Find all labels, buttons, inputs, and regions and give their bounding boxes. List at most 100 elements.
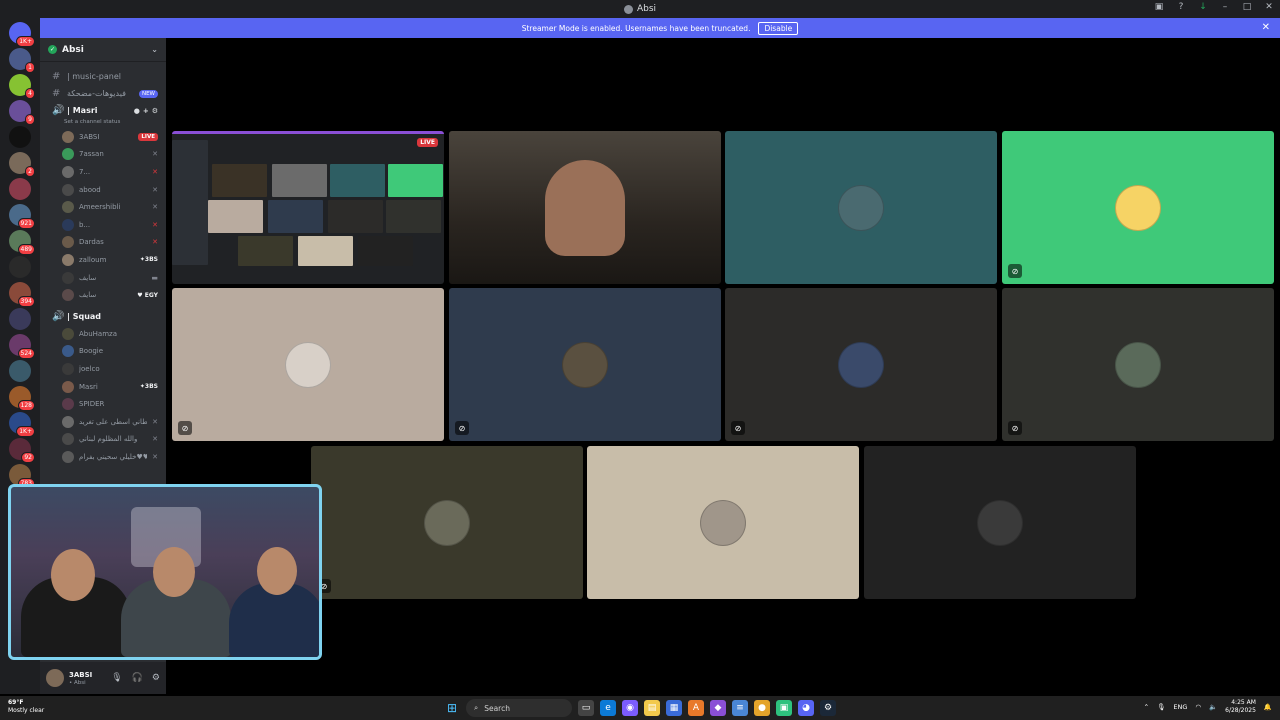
voice-member[interactable]: 7assan ✕: [40, 146, 166, 164]
voice-member[interactable]: Ameershibli ✕: [40, 198, 166, 216]
muted-icon: ✕: [152, 452, 158, 461]
help-icon[interactable]: ?: [1176, 2, 1186, 12]
participant-tile[interactable]: ⊘: [449, 288, 721, 441]
file-explorer-icon[interactable]: ▤: [644, 700, 660, 716]
invite-icon[interactable]: +: [143, 107, 149, 115]
server-icon[interactable]: 394: [9, 282, 35, 307]
voice-member[interactable]: والله المظلوم لبناني ✕: [40, 431, 166, 449]
user-panel: 3ABSI • Absi 🎙 🎧 ⚙: [40, 662, 166, 694]
app-green-icon[interactable]: ▣: [776, 700, 792, 716]
voice-member[interactable]: خليلي سحيني بفرام♥♥ ✕: [40, 448, 166, 466]
avatar: [62, 148, 74, 161]
voice-member[interactable]: Boogie: [40, 343, 166, 361]
voice-member[interactable]: SPIDER: [40, 395, 166, 413]
shared-screen-region: [238, 236, 293, 266]
chrome-icon[interactable]: ●: [754, 700, 770, 716]
participant-tile[interactable]: [725, 131, 997, 284]
notification-icon[interactable]: 🔔: [1264, 703, 1272, 711]
app-purple-icon[interactable]: ◆: [710, 700, 726, 716]
server-icon[interactable]: 92: [9, 438, 35, 463]
voice-member[interactable]: 3ABSI LIVE: [40, 128, 166, 146]
video-stage: LIVE ⊘ ⊘ ⊘ ⊘ ⊘ ⊘: [166, 38, 1280, 694]
headphones-icon[interactable]: 🎧: [132, 673, 143, 683]
server-icon[interactable]: [9, 256, 31, 278]
voice-member[interactable]: AbuHamza: [40, 325, 166, 343]
chat-icon[interactable]: ●: [134, 107, 140, 115]
minimize-button[interactable]: –: [1220, 2, 1230, 12]
server-icon[interactable]: 9: [9, 100, 35, 125]
participant-tile[interactable]: [587, 446, 859, 599]
gear-icon[interactable]: ⚙: [152, 107, 158, 115]
wifi-icon[interactable]: ◠: [1195, 703, 1201, 711]
participant-tile[interactable]: ⊘: [172, 288, 444, 441]
server-icon[interactable]: 1: [9, 48, 35, 73]
voice-channel-masri[interactable]: 🔊 | Masri ● + ⚙: [40, 102, 166, 119]
avatar: [62, 345, 74, 358]
voice-member[interactable]: سرطاني اسطى على تغريد ✕: [40, 413, 166, 431]
shared-screen-region: [328, 200, 383, 233]
server-icon[interactable]: [9, 360, 31, 382]
store-icon[interactable]: ▦: [666, 700, 682, 716]
close-banner-icon[interactable]: ✕: [1262, 22, 1270, 33]
server-icon[interactable]: 128: [9, 386, 35, 411]
guild-header[interactable]: ✓ Absi ⌄: [40, 38, 166, 62]
server-icon[interactable]: 1K+: [9, 22, 35, 47]
voice-member[interactable]: 7... ✕: [40, 163, 166, 181]
weather-widget[interactable]: 69°F Mostly clear: [8, 699, 44, 715]
channel-status[interactable]: Set a channel status: [40, 119, 166, 128]
voice-channel-squad[interactable]: 🔊 | Squad: [40, 308, 166, 325]
avatar[interactable]: [46, 669, 64, 687]
channel-funny-videos[interactable]: # فيديوهات-مضحكة NEW: [40, 85, 166, 102]
volume-icon[interactable]: 🔈: [1209, 703, 1217, 711]
microphone-icon[interactable]: 🎙: [111, 673, 122, 683]
chevron-down-icon[interactable]: ⌄: [151, 45, 158, 54]
screenshare-tile[interactable]: LIVE: [172, 131, 444, 284]
voice-member[interactable]: سايف ♥ EGY: [40, 286, 166, 304]
server-icon[interactable]: 524: [9, 334, 35, 359]
clock[interactable]: 4:25 AM 6/28/2025: [1225, 699, 1256, 715]
camera-tile[interactable]: [449, 131, 721, 284]
voice-member[interactable]: abood ✕: [40, 181, 166, 199]
windows-start-icon[interactable]: ⊞: [444, 700, 460, 716]
gear-icon[interactable]: ⚙: [152, 673, 160, 683]
microphone-icon[interactable]: 🎙: [1157, 703, 1165, 711]
server-icon[interactable]: [9, 308, 31, 330]
edge-icon[interactable]: e: [600, 700, 616, 716]
server-icon[interactable]: 489: [9, 230, 35, 255]
channel-music-panel[interactable]: # | music-panel: [40, 68, 166, 85]
participant-tile[interactable]: ⊘: [725, 288, 997, 441]
chevron-up-icon[interactable]: ⌃: [1144, 703, 1149, 711]
language-indicator[interactable]: ENG: [1173, 703, 1187, 711]
participant-avatar: [424, 499, 470, 546]
participant-tile[interactable]: ⊘: [1002, 131, 1274, 284]
taskbar-search[interactable]: ⌕ Search: [466, 699, 572, 717]
voice-member[interactable]: Dardas ✕: [40, 234, 166, 252]
voice-member[interactable]: b... ✕: [40, 216, 166, 234]
notepad-icon[interactable]: ≡: [732, 700, 748, 716]
server-icon[interactable]: [9, 178, 31, 200]
server-icon[interactable]: 783: [9, 464, 35, 489]
close-button[interactable]: ✕: [1264, 2, 1274, 12]
server-icon[interactable]: 921: [9, 204, 35, 229]
voice-member[interactable]: zalloum ✦3BS: [40, 251, 166, 269]
screen-icon[interactable]: ▣: [1154, 2, 1164, 12]
voice-member[interactable]: سايف ▬: [40, 269, 166, 287]
server-icon[interactable]: 4: [9, 74, 35, 99]
server-icon[interactable]: 2: [9, 152, 35, 177]
server-icon[interactable]: 1K+: [9, 412, 35, 437]
participant-tile[interactable]: ⊘: [311, 446, 583, 599]
app-orange-icon[interactable]: A: [688, 700, 704, 716]
task-view-icon[interactable]: ▭: [578, 700, 594, 716]
participant-tile[interactable]: [864, 446, 1136, 599]
disable-streamer-mode-button[interactable]: Disable: [758, 21, 799, 35]
server-icon[interactable]: [9, 126, 31, 148]
participant-tile[interactable]: ⊘: [1002, 288, 1274, 441]
voice-member[interactable]: joelco: [40, 360, 166, 378]
copilot-icon[interactable]: ◉: [622, 700, 638, 716]
download-icon[interactable]: ↓: [1198, 2, 1208, 12]
discord-icon[interactable]: ◕: [798, 700, 814, 716]
muted-icon: ✕: [152, 238, 158, 247]
steam-icon[interactable]: ⚙: [820, 700, 836, 716]
voice-member[interactable]: Masri ✦3BS: [40, 378, 166, 396]
maximize-button[interactable]: □: [1242, 2, 1252, 12]
